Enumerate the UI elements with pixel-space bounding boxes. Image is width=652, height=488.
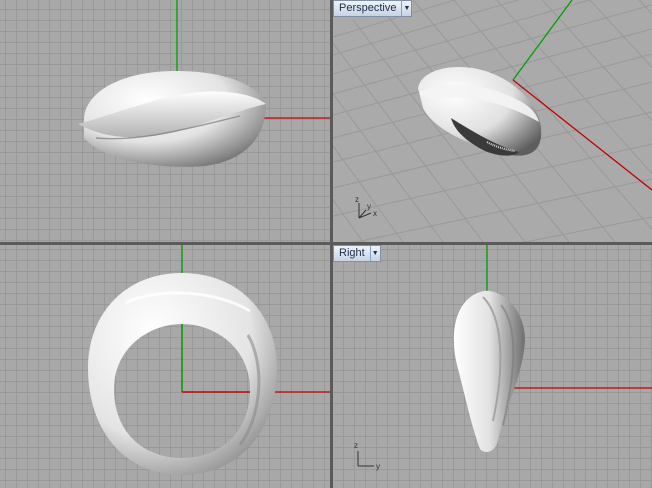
- rhino-viewport-layout: z y x Perspective ▼ z y Right ▼: [0, 0, 652, 488]
- axis-triad-icon: z y: [354, 441, 380, 471]
- viewport-right[interactable]: z y Right ▼: [333, 245, 652, 488]
- viewport-title-perspective[interactable]: Perspective ▼: [333, 0, 413, 17]
- viewport-perspective-canvas: z y x: [333, 0, 652, 242]
- chevron-down-icon[interactable]: ▼: [401, 1, 411, 16]
- viewport-label-perspective: Perspective: [339, 2, 397, 14]
- viewport-front[interactable]: [0, 245, 330, 488]
- viewport-perspective[interactable]: z y x Perspective ▼: [333, 0, 652, 242]
- y-axis-line: [512, 0, 573, 81]
- chevron-down-icon[interactable]: ▼: [369, 246, 380, 261]
- ring-model-top[interactable]: [78, 70, 266, 167]
- ring-model-right[interactable]: [453, 290, 525, 452]
- triad-x-label: x: [373, 209, 377, 218]
- triad-y-label: y: [367, 202, 371, 211]
- viewport-title-right[interactable]: Right ▼: [333, 245, 381, 262]
- viewport-top[interactable]: [0, 0, 330, 242]
- triad-z-label: z: [354, 441, 358, 450]
- viewport-right-canvas: z y: [354, 245, 652, 471]
- viewport-front-canvas: [88, 245, 330, 475]
- viewport-label-right: Right: [339, 247, 365, 259]
- triad-z-label: z: [355, 195, 359, 204]
- viewport-top-canvas: [78, 0, 330, 167]
- triad-y-label: y: [376, 462, 380, 471]
